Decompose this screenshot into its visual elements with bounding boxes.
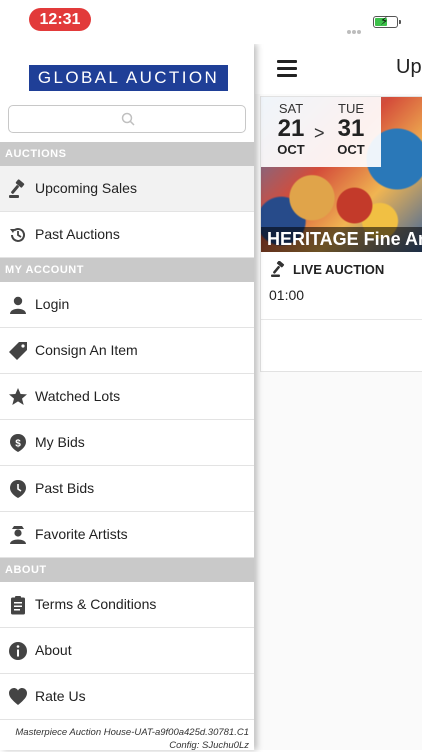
auction-card[interactable]: SAT 21 OCT > TUE 31 OCT HERITAGE Fine Ar… — [260, 96, 422, 372]
navigation-drawer: GLOBAL AUCTION AUCTIONS Upcoming Sales P… — [0, 44, 254, 752]
build-info: Masterpiece Auction House-UAT-a9f00a425d… — [15, 726, 249, 752]
pin-icon — [10, 480, 26, 498]
menu-item-label: Favorite Artists — [35, 526, 128, 542]
menu-item-past-bids[interactable]: Past Bids — [0, 466, 254, 512]
auction-date-range: SAT 21 OCT > TUE 31 OCT — [261, 97, 381, 167]
menu-item-rate-us[interactable]: Rate Us — [0, 674, 254, 720]
status-bar: 12:31 ⚡ — [0, 0, 422, 44]
top-bar: Up — [255, 44, 422, 94]
card-divider — [261, 319, 422, 320]
clipboard-icon — [11, 596, 25, 615]
page-title: Up — [396, 56, 422, 78]
heart-icon — [9, 688, 27, 705]
menu-item-about[interactable]: About — [0, 628, 254, 674]
charging-bolt-icon: ⚡ — [380, 14, 389, 28]
menu-item-label: About — [35, 642, 72, 658]
hamburger-menu-icon[interactable] — [277, 60, 297, 77]
logo: GLOBAL AUCTION — [29, 65, 228, 91]
dollar-icon: $ — [10, 434, 26, 452]
menu-item-past-auctions[interactable]: Past Auctions — [0, 212, 254, 258]
svg-text:$: $ — [15, 439, 21, 450]
menu-item-terms[interactable]: Terms & Conditions — [0, 582, 254, 628]
main-content: Up SAT 21 OCT > TUE 31 OCT HERITAGE Fine… — [255, 44, 422, 750]
build-info-line: Masterpiece Auction House-UAT-a9f00a425d… — [15, 727, 249, 738]
section-header-auctions: AUCTIONS — [0, 142, 254, 166]
section-header-about: ABOUT — [0, 558, 254, 582]
gavel-icon — [9, 179, 25, 198]
search-field[interactable] — [8, 105, 246, 133]
menu-item-label: Past Auctions — [35, 226, 120, 242]
drawer-menu: AUCTIONS Upcoming Sales Past Auctions MY… — [0, 142, 254, 720]
menu-item-login[interactable]: Login — [0, 282, 254, 328]
menu-item-label: Upcoming Sales — [35, 180, 137, 196]
menu-item-label: Login — [35, 296, 70, 312]
menu-item-consign[interactable]: Consign An Item — [0, 328, 254, 374]
end-date-number: 31 — [337, 115, 365, 142]
status-time[interactable]: 12:31 — [29, 8, 91, 31]
menu-item-favorite-artists[interactable]: Favorite Artists — [0, 512, 254, 558]
star-icon — [9, 388, 27, 405]
live-auction-label: LIVE AUCTION — [293, 262, 385, 277]
start-date: SAT 21 OCT — [271, 101, 311, 157]
menu-item-label: My Bids — [35, 434, 85, 450]
menu-item-label: Terms & Conditions — [35, 596, 157, 612]
search-icon — [121, 112, 135, 126]
start-month: OCT — [277, 142, 305, 157]
menu-item-label: Consign An Item — [35, 342, 138, 358]
gavel-icon — [271, 260, 285, 277]
end-day: TUE — [338, 101, 364, 116]
start-day: SAT — [278, 101, 304, 116]
battery-icon: ⚡ — [373, 14, 401, 28]
menu-item-upcoming-sales[interactable]: Upcoming Sales — [0, 166, 254, 212]
menu-item-label: Rate Us — [35, 688, 86, 704]
info-icon — [9, 642, 27, 660]
menu-item-label: Watched Lots — [35, 388, 121, 404]
section-header-my-account: MY ACCOUNT — [0, 258, 254, 282]
auction-time: 01:00 — [269, 287, 305, 303]
history-icon — [10, 227, 25, 242]
menu-item-watched-lots[interactable]: Watched Lots — [0, 374, 254, 420]
artist-icon — [10, 526, 26, 544]
date-arrow: > — [314, 123, 325, 143]
end-month: OCT — [337, 142, 365, 157]
user-icon — [10, 296, 26, 314]
menu-item-my-bids[interactable]: $ My Bids — [0, 420, 254, 466]
end-date: TUE 31 OCT — [331, 101, 371, 157]
tag-icon — [9, 342, 27, 360]
start-date-number: 21 — [277, 115, 305, 142]
menu-item-label: Past Bids — [35, 480, 95, 496]
auction-title: HERITAGE Fine Art — [261, 227, 422, 252]
signal-icon — [347, 21, 363, 34]
live-auction-badge: LIVE AUCTION — [271, 260, 385, 277]
config-info-line: Config: SJuchu0Lz — [169, 740, 249, 751]
